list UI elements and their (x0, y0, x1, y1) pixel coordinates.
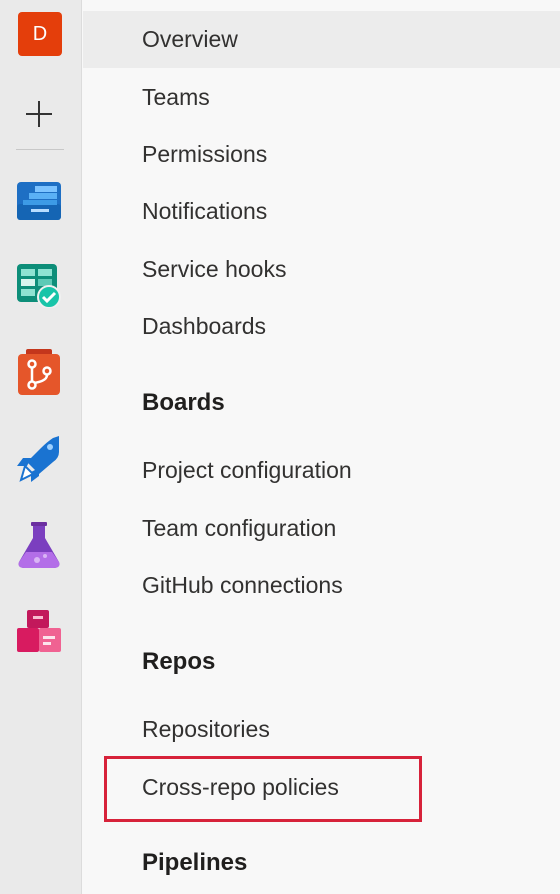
test-plans-service-button[interactable] (17, 522, 61, 568)
nav-item-cross-repo-policies[interactable]: Cross-repo policies (83, 759, 560, 816)
nav-item-team-configuration[interactable]: Team configuration (83, 500, 560, 557)
nav-item-permissions[interactable]: Permissions (83, 126, 560, 183)
nav-item-label: Permissions (142, 141, 268, 167)
artifacts-icon (17, 610, 61, 654)
nav-item-teams[interactable]: Teams (83, 69, 560, 126)
nav-item-label: Project configuration (142, 457, 352, 483)
plus-icon (24, 99, 54, 129)
nav-item-label: Cross-repo policies (142, 774, 339, 800)
nav-item-label: Repositories (142, 716, 270, 742)
nav-item-label: Teams (142, 84, 210, 110)
flask-icon (17, 522, 61, 568)
nav-item-project-configuration[interactable]: Project configuration (83, 442, 560, 499)
boards-icon (17, 264, 61, 308)
pipelines-icon (17, 436, 61, 482)
nav-item-label: Service hooks (142, 256, 287, 282)
nav-item-label: Notifications (142, 198, 268, 224)
overview-service-button[interactable] (17, 179, 61, 223)
nav-item-overview[interactable]: Overview (83, 11, 560, 68)
nav-item-notifications[interactable]: Notifications (83, 183, 560, 240)
nav-item-repositories[interactable]: Repositories (83, 701, 560, 758)
repos-icon (18, 349, 60, 395)
nav-item-dashboards[interactable]: Dashboards (83, 298, 560, 355)
project-settings-nav: Overview Teams Permissions Notifications… (83, 0, 560, 894)
new-project-button[interactable] (17, 92, 61, 136)
organization-avatar[interactable]: D (18, 12, 62, 56)
nav-item-github-connections[interactable]: GitHub connections (83, 557, 560, 614)
boards-service-button[interactable] (17, 264, 61, 308)
nav-item-label: GitHub connections (142, 572, 343, 598)
nav-item-label: Dashboards (142, 313, 267, 339)
section-header-boards: Boards (142, 389, 225, 416)
repos-service-button[interactable] (17, 349, 61, 395)
nav-item-service-hooks[interactable]: Service hooks (83, 241, 560, 298)
organization-initial: D (32, 22, 48, 45)
rail-divider (16, 149, 64, 150)
pipelines-service-button[interactable] (17, 436, 61, 482)
artifacts-service-button[interactable] (17, 610, 61, 654)
section-header-pipelines: Pipelines (142, 849, 248, 876)
boards-overview-icon (17, 180, 61, 222)
nav-item-label: Overview (142, 26, 238, 52)
service-rail: D (0, 0, 82, 894)
nav-item-label: Team configuration (142, 515, 337, 541)
section-header-repos: Repos (142, 648, 216, 675)
